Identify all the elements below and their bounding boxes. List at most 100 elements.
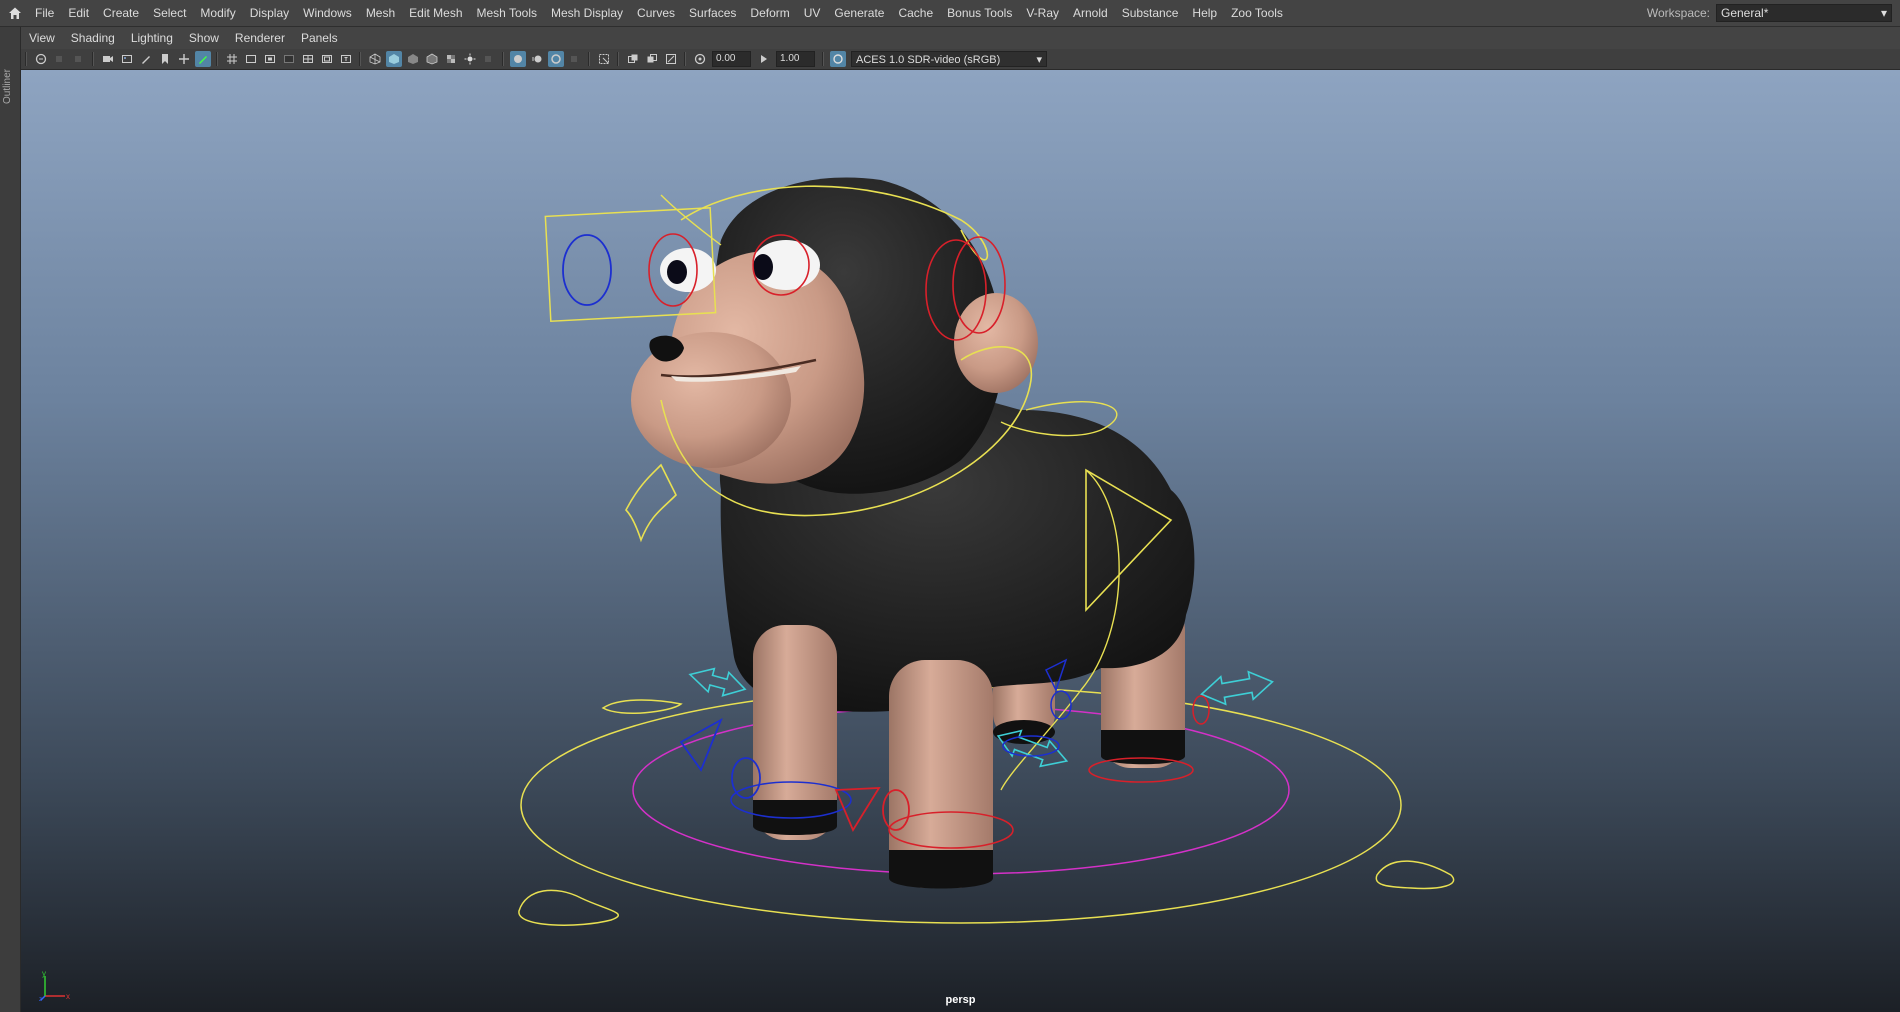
screen-space-ao-icon[interactable]	[509, 51, 526, 67]
pole-vector-left[interactable]	[679, 717, 723, 772]
menu-deform[interactable]: Deform	[743, 0, 796, 26]
menu-substance[interactable]: Substance	[1115, 0, 1186, 26]
workspace-label: Workspace:	[1646, 6, 1710, 20]
menu-edit-mesh[interactable]: Edit Mesh	[402, 0, 469, 26]
panel-menu-panels[interactable]: Panels	[293, 27, 346, 49]
menu-help[interactable]: Help	[1185, 0, 1224, 26]
depth-of-field-icon[interactable]	[567, 51, 583, 67]
view-transform-dropdown[interactable]: ACES 1.0 SDR-video (sRGB) ▾	[851, 51, 1047, 67]
menu-bonus-tools[interactable]: Bonus Tools	[940, 0, 1019, 26]
foot-pad-right-curve[interactable]	[1375, 860, 1455, 890]
panel-menu-renderer[interactable]: Renderer	[227, 27, 293, 49]
panel-menu-view[interactable]: View	[21, 27, 63, 49]
ik-arrow-right[interactable]	[1199, 668, 1275, 708]
use-default-material-icon[interactable]	[405, 51, 421, 67]
pupil-right[interactable]	[753, 254, 773, 280]
toolbar-separator	[502, 52, 504, 66]
panel-menu-shading[interactable]: Shading	[63, 27, 123, 49]
panel-menu-show[interactable]: Show	[181, 27, 227, 49]
main-menubar: File Edit Create Select Modify Display W…	[0, 0, 1900, 27]
menu-windows[interactable]: Windows	[296, 0, 359, 26]
exposure-icon[interactable]	[692, 51, 708, 67]
menu-modify[interactable]: Modify	[193, 0, 242, 26]
pupil-left[interactable]	[667, 260, 687, 284]
menu-zoo-tools[interactable]: Zoo Tools	[1224, 0, 1290, 26]
image-plane-icon[interactable]	[119, 51, 135, 67]
field-chart-icon[interactable]	[300, 51, 316, 67]
hoof-back-left[interactable]	[993, 720, 1055, 744]
menu-generate[interactable]: Generate	[827, 0, 891, 26]
menu-surfaces[interactable]: Surfaces	[682, 0, 743, 26]
wireframe-on-shaded-icon[interactable]	[424, 51, 440, 67]
camera-attributes-icon[interactable]	[52, 51, 68, 67]
view-transform-value: ACES 1.0 SDR-video (sRGB)	[856, 54, 1001, 66]
gamma-icon[interactable]	[756, 51, 772, 67]
workspace-value: General*	[1721, 6, 1769, 20]
menu-curves[interactable]: Curves	[630, 0, 682, 26]
2d-pan-zoom-icon[interactable]	[176, 51, 192, 67]
exposure-field[interactable]: 0.00	[712, 51, 751, 67]
textured-icon[interactable]	[443, 51, 459, 67]
foot-pad-back-curve[interactable]	[601, 699, 683, 714]
toolbar-separator	[216, 52, 218, 66]
safe-action-icon[interactable]	[319, 51, 335, 67]
menu-arnold[interactable]: Arnold	[1066, 0, 1115, 26]
xray-icon[interactable]	[625, 51, 641, 67]
hoof-front-right[interactable]	[889, 850, 993, 889]
anti-aliasing-icon[interactable]	[547, 51, 564, 67]
menu-cache[interactable]: Cache	[891, 0, 940, 26]
menu-create[interactable]: Create	[96, 0, 146, 26]
outliner-tab[interactable]: Outliner	[2, 61, 16, 111]
toolbar-separator	[684, 52, 686, 66]
sheep-ear[interactable]	[954, 293, 1038, 393]
foot-pad-left-curve[interactable]	[518, 889, 619, 926]
left-side-strip: Outliner	[0, 27, 21, 1012]
bookmark-flag-icon[interactable]	[157, 51, 173, 67]
menu-mesh[interactable]: Mesh	[359, 0, 402, 26]
gate-mask-icon[interactable]	[281, 51, 297, 67]
toolbar-separator	[92, 52, 94, 66]
menu-file[interactable]: File	[28, 0, 61, 26]
grid-icon[interactable]	[224, 51, 240, 67]
toolbar-separator	[359, 52, 361, 66]
bookmark-icon[interactable]	[71, 51, 87, 67]
menu-mesh-display[interactable]: Mesh Display	[544, 0, 630, 26]
smooth-shade-icon[interactable]	[385, 51, 402, 67]
chevron-down-icon: ▾	[1036, 54, 1042, 66]
grease-pencil-icon[interactable]	[138, 51, 154, 67]
camera-icon[interactable]	[100, 51, 116, 67]
home-icon[interactable]	[6, 4, 24, 22]
xray-joints-icon[interactable]	[663, 51, 679, 67]
menu-mesh-tools[interactable]: Mesh Tools	[470, 0, 544, 26]
menu-vray[interactable]: V-Ray	[1019, 0, 1066, 26]
eye-aim-left-curve[interactable]	[562, 234, 612, 306]
isolate-select-icon[interactable]	[596, 51, 612, 67]
toolbar-separator	[588, 52, 590, 66]
viewport-toolbar: 0.00 1.00 ACES 1.0 SDR-video (sRGB) ▾	[21, 49, 1900, 70]
workspace-dropdown[interactable]: General* ▾	[1716, 4, 1892, 22]
xray-active-components-icon[interactable]	[644, 51, 660, 67]
toolbar-separator	[25, 52, 27, 66]
gamma-field[interactable]: 1.00	[776, 51, 815, 67]
grease-pencil-active-icon[interactable]	[194, 51, 211, 67]
color-management-icon[interactable]	[829, 51, 846, 67]
menu-edit[interactable]: Edit	[61, 0, 96, 26]
resolution-gate-icon[interactable]	[262, 51, 278, 67]
wireframe-icon[interactable]	[367, 51, 383, 67]
menu-display[interactable]: Display	[243, 0, 296, 26]
select-camera-icon[interactable]	[33, 51, 49, 67]
foot-ctrl-back-red[interactable]	[1192, 695, 1210, 725]
jaw-control-curve[interactable]	[625, 463, 677, 543]
menu-select[interactable]: Select	[146, 0, 193, 26]
safe-title-icon[interactable]	[338, 51, 354, 67]
panel-menu-lighting[interactable]: Lighting	[123, 27, 181, 49]
ear-antenna-curve[interactable]	[660, 194, 722, 246]
lights-icon[interactable]	[462, 51, 478, 67]
chevron-down-icon: ▾	[1880, 6, 1887, 20]
shadows-icon[interactable]	[481, 51, 497, 67]
film-gate-icon[interactable]	[243, 51, 259, 67]
perspective-viewport[interactable]: x y z persp	[21, 70, 1900, 1012]
scene-canvas[interactable]	[21, 70, 1900, 1012]
motion-blur-icon[interactable]	[529, 51, 545, 67]
menu-uv[interactable]: UV	[797, 0, 828, 26]
